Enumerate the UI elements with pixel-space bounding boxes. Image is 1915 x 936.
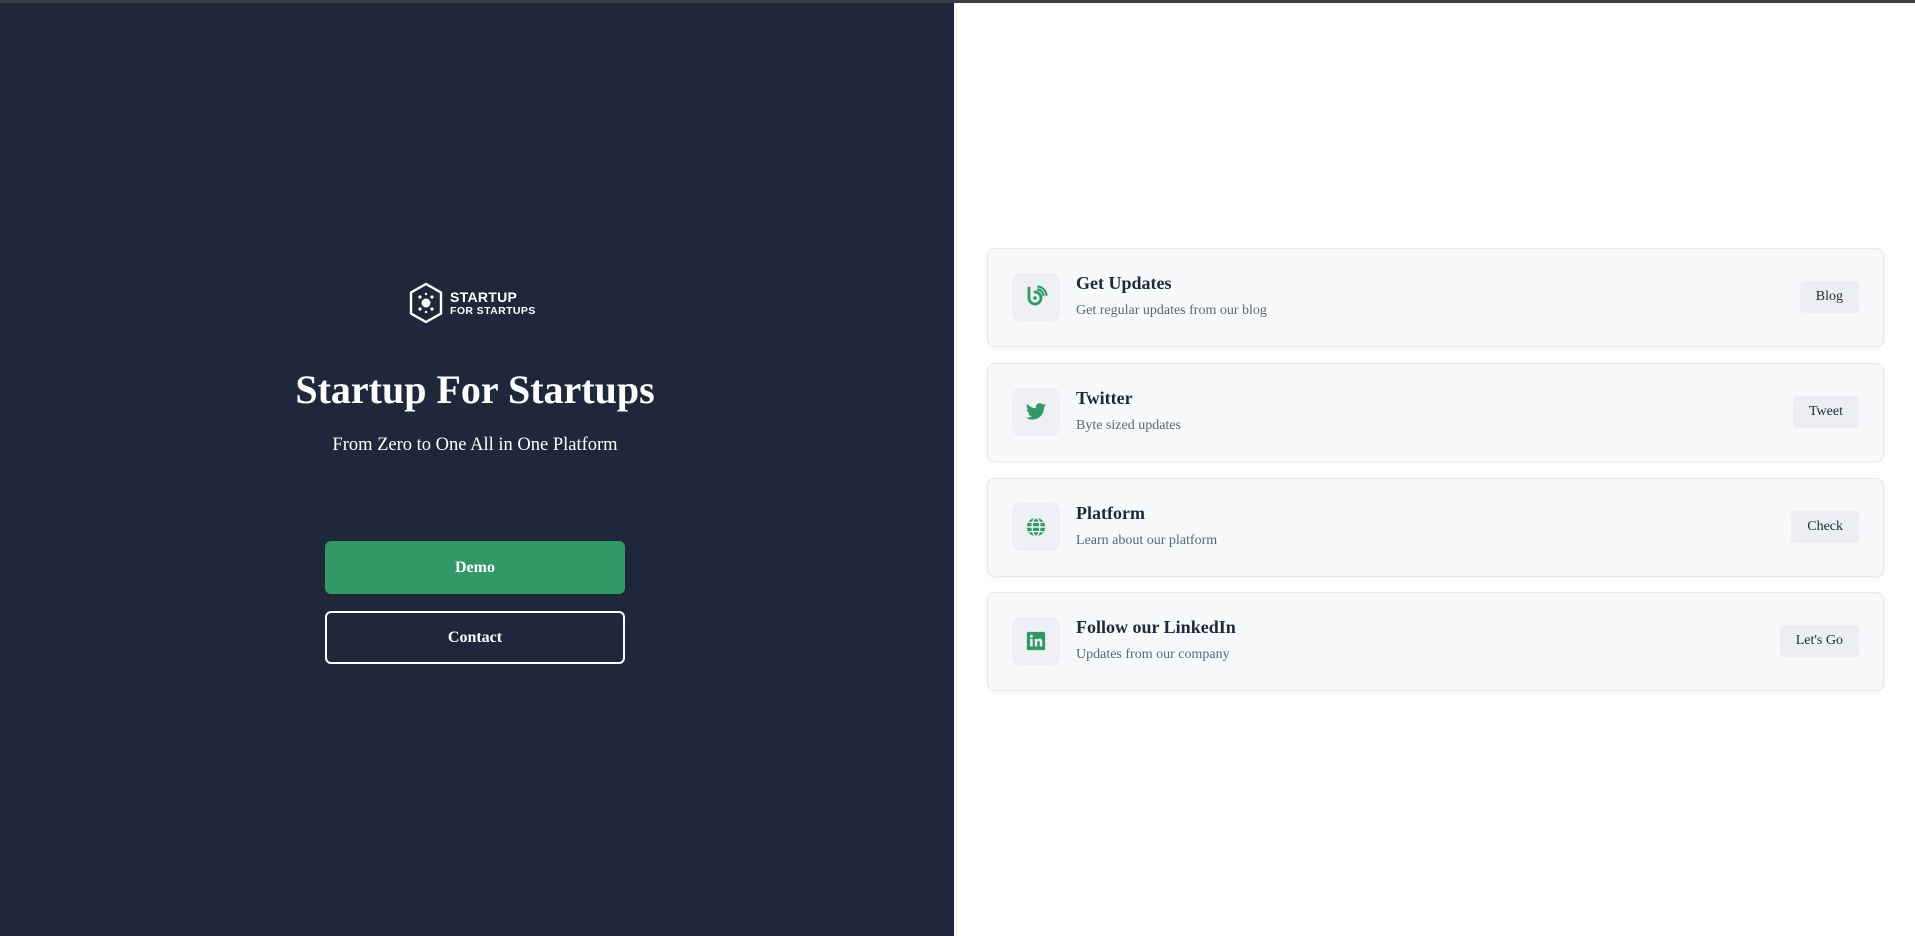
linkedin-icon: [1012, 617, 1060, 665]
card-description: Byte sized updates: [1076, 418, 1181, 433]
check-button[interactable]: Check: [1791, 511, 1859, 543]
page-subtitle: From Zero to One All in One Platform: [332, 435, 618, 455]
card-description: Updates from our company: [1076, 647, 1230, 662]
link-card-platform[interactable]: Platform Learn about our platform Check: [987, 478, 1884, 577]
link-card-twitter[interactable]: Twitter Byte sized updates Tweet: [987, 363, 1884, 462]
card-description: Get regular updates from our blog: [1076, 303, 1267, 318]
link-card-blog[interactable]: Get Updates Get regular updates from our…: [987, 248, 1884, 347]
twitter-icon: [1012, 388, 1060, 436]
globe-icon: [1012, 503, 1060, 551]
brand-logo[interactable]: STARTUP FOR STARTUPS: [408, 282, 536, 324]
blog-button[interactable]: Blog: [1799, 281, 1859, 313]
page-title: Startup For Startups: [295, 367, 655, 412]
window-top-border: [0, 0, 1915, 3]
lets-go-button[interactable]: Let's Go: [1779, 625, 1859, 657]
tweet-button[interactable]: Tweet: [1792, 396, 1859, 428]
card-description: Learn about our platform: [1076, 533, 1218, 548]
card-title: Platform: [1076, 503, 1145, 523]
brand-line-1: STARTUP: [450, 288, 518, 305]
link-card-linkedin[interactable]: Follow our LinkedIn Updates from our com…: [987, 592, 1884, 691]
brand-wordmark: STARTUP FOR STARTUPS: [450, 290, 536, 317]
brand-line-2: FOR STARTUPS: [450, 304, 536, 317]
hero-panel: STARTUP FOR STARTUPS Startup For Startup…: [0, 0, 954, 936]
contact-button[interactable]: Contact: [325, 611, 625, 664]
card-title: Get Updates: [1076, 273, 1172, 293]
hexagon-logo-icon: [409, 282, 443, 324]
card-title: Twitter: [1076, 388, 1133, 408]
demo-button[interactable]: Demo: [325, 541, 625, 594]
card-title: Follow our LinkedIn: [1076, 617, 1236, 637]
links-panel: [954, 0, 1915, 936]
blog-icon: [1012, 273, 1060, 321]
